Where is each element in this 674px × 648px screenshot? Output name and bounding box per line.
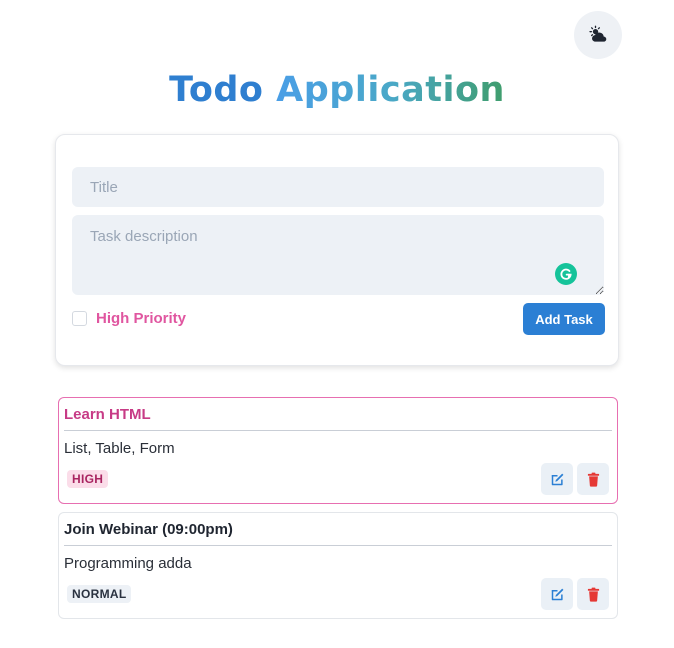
task-card: Learn HTML List, Table, Form HIGH: [58, 397, 618, 504]
cloud-sun-icon: [589, 25, 607, 42]
edit-icon: [551, 473, 563, 485]
edit-button[interactable]: [541, 463, 573, 495]
edit-button[interactable]: [541, 578, 573, 610]
add-task-button[interactable]: Add Task: [523, 303, 605, 335]
trash-icon: [587, 587, 599, 602]
priority-badge: HIGH: [67, 470, 109, 488]
task-card: Join Webinar (09:00pm) Programming adda …: [58, 512, 618, 619]
task-description: Programming adda: [64, 555, 192, 572]
priority-badge: NORMAL: [67, 585, 132, 603]
task-title: Join Webinar (09:00pm): [64, 521, 233, 538]
high-priority-checkbox[interactable]: [72, 311, 87, 326]
page-title-part2: Application: [276, 70, 505, 110]
trash-icon: [587, 472, 599, 487]
add-task-form: High Priority Add Task: [55, 134, 619, 366]
task-description-input[interactable]: [72, 215, 604, 295]
theme-toggle-button[interactable]: [574, 11, 622, 59]
high-priority-option[interactable]: High Priority: [72, 310, 186, 327]
delete-button[interactable]: [577, 463, 609, 495]
high-priority-label[interactable]: High Priority: [96, 310, 186, 327]
page-title: Todo Application: [0, 66, 674, 114]
task-divider: [64, 430, 612, 431]
delete-button[interactable]: [577, 578, 609, 610]
edit-icon: [551, 588, 563, 600]
task-description: List, Table, Form: [64, 440, 175, 457]
title-input[interactable]: [72, 167, 604, 207]
task-title: Learn HTML: [64, 406, 151, 423]
task-divider: [64, 545, 612, 546]
grammarly-icon[interactable]: [555, 263, 577, 285]
page-title-part1: Todo: [169, 70, 264, 110]
